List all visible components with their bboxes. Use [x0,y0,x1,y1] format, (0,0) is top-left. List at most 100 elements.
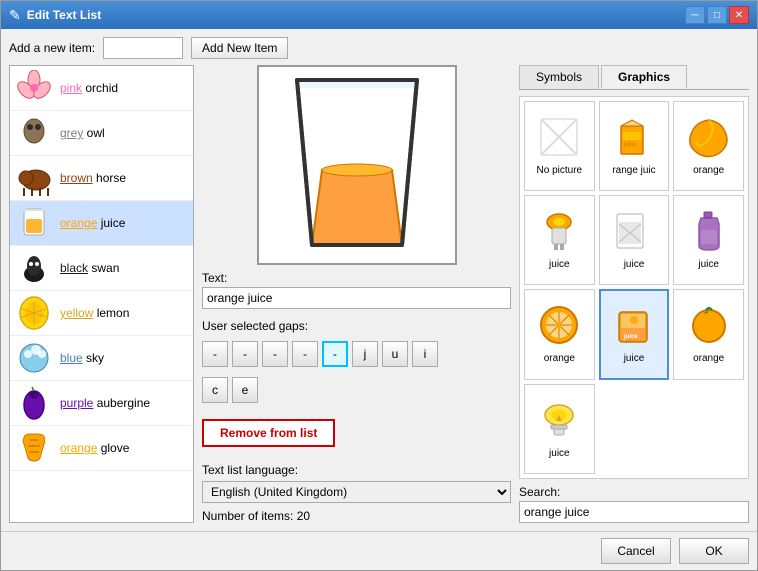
search-input[interactable] [519,501,749,523]
maximize-button[interactable]: □ [707,6,727,24]
gap-btn-5[interactable]: j [352,341,378,367]
item-list[interactable]: pink orchid grey owl [9,65,194,523]
item-thumb [14,248,54,288]
juice-carton-label: range juic [612,165,655,176]
graphic-juice-drink[interactable]: juice juice [599,289,670,381]
svg-text:juice: juice [623,142,637,148]
item-label: black swan [60,261,119,275]
search-section: Search: [519,485,749,523]
search-label: Search: [519,485,749,499]
dialog-footer: Cancel OK [1,531,757,570]
item-thumb [14,293,54,333]
right-panel: Symbols Graphics No p [519,65,749,523]
item-thumb [14,203,54,243]
juice-carton-icon: juice [613,116,655,163]
add-new-row: Add a new item: Add New Item [9,37,749,59]
item-thumb [14,383,54,423]
orange-blob-icon [688,116,730,163]
graphic-bottle[interactable]: juice [673,195,744,285]
gap-btn-1[interactable]: - [232,341,258,367]
list-item[interactable]: orange glove [10,426,193,471]
list-item[interactable]: black swan [10,246,193,291]
tabs: Symbols Graphics [519,65,749,90]
list-item[interactable]: brown horse [10,156,193,201]
language-label: Text list language: [202,463,511,477]
juice-box-label: juice [624,259,645,270]
item-thumb [14,158,54,198]
no-picture-label: No picture [537,165,583,176]
item-label: orange glove [60,441,129,455]
orange-slice-label: orange [544,353,575,364]
gaps-row: - - - - - j u i [202,341,511,367]
tab-symbols[interactable]: Symbols [519,65,599,89]
text-field-group: Text: [202,271,511,309]
item-label: yellow lemon [60,306,129,320]
item-thumb [14,68,54,108]
orange-round-icon [688,304,730,351]
add-new-label: Add a new item: [9,41,95,55]
graphic-juice-box[interactable]: juice [599,195,670,285]
graphic-orange-slice[interactable]: orange [524,289,595,381]
image-preview [257,65,457,265]
list-item[interactable]: pink orchid [10,66,193,111]
bottle-label: juice [698,259,719,270]
main-window: ✎ Edit Text List ─ □ ✕ Add a new item: A… [0,0,758,571]
main-area: pink orchid grey owl [9,65,749,523]
gaps-row2: c e [202,377,511,403]
cancel-button[interactable]: Cancel [601,538,671,564]
window-icon: ✎ [9,7,21,24]
item-label: brown horse [60,171,126,185]
item-label: orange juice [60,216,125,230]
graphic-orange[interactable]: orange [673,101,744,191]
item-label: pink orchid [60,81,118,95]
list-item[interactable]: yellow lemon [10,291,193,336]
tab-graphics[interactable]: Graphics [601,65,687,89]
item-thumb [14,338,54,378]
add-new-input[interactable] [103,37,183,59]
graphic-lemon-squeezer[interactable]: juice [524,384,595,474]
ok-button[interactable]: OK [679,538,749,564]
item-label: grey owl [60,126,105,140]
juicer-icon [538,210,580,257]
item-label: blue sky [60,351,104,365]
close-button[interactable]: ✕ [729,6,749,24]
bottom-row: Text list language: English (United King… [202,463,511,523]
graphic-orange-juice-carton[interactable]: juice range juic [599,101,670,191]
graphic-juicer[interactable]: juice [524,195,595,285]
bottle-icon [688,210,730,257]
item-thumb [14,113,54,153]
center-panel: Text: User selected gaps: - - - - - j u … [202,65,511,523]
lemon-squeezer-label: juice [549,448,570,459]
graphic-orange-round[interactable]: orange [673,289,744,381]
list-item[interactable]: grey owl [10,111,193,156]
text-input[interactable] [202,287,511,309]
gap-btn-2[interactable]: - [262,341,288,367]
gap-btn-0[interactable]: - [202,341,228,367]
gap-btn-6[interactable]: u [382,341,408,367]
window-title: Edit Text List [27,8,101,22]
juice-drink-icon: juice [613,304,655,351]
juice-drink-label: juice [624,353,645,364]
item-label: purple aubergine [60,396,150,410]
lemon-squeezer-icon [538,399,580,446]
text-label: Text: [202,271,511,285]
gap-btn-9[interactable]: e [232,377,258,403]
list-item[interactable]: blue sky [10,336,193,381]
gap-btn-7[interactable]: i [412,341,438,367]
juice-box-icon [613,210,655,257]
gap-btn-8[interactable]: c [202,377,228,403]
gap-btn-4[interactable]: - [322,341,348,367]
item-thumb [14,428,54,468]
list-item[interactable]: purple aubergine [10,381,193,426]
orange-round-label: orange [693,353,724,364]
remove-button[interactable]: Remove from list [202,419,335,447]
minimize-button[interactable]: ─ [685,6,705,24]
items-count: Number of items: 20 [202,509,511,523]
orange-slice-icon [538,304,580,351]
graphic-no-picture[interactable]: No picture [524,101,595,191]
language-select[interactable]: English (United Kingdom) [202,481,511,503]
add-new-button[interactable]: Add New Item [191,37,288,59]
gaps-label: User selected gaps: [202,319,511,333]
gap-btn-3[interactable]: - [292,341,318,367]
list-item[interactable]: orange juice [10,201,193,246]
